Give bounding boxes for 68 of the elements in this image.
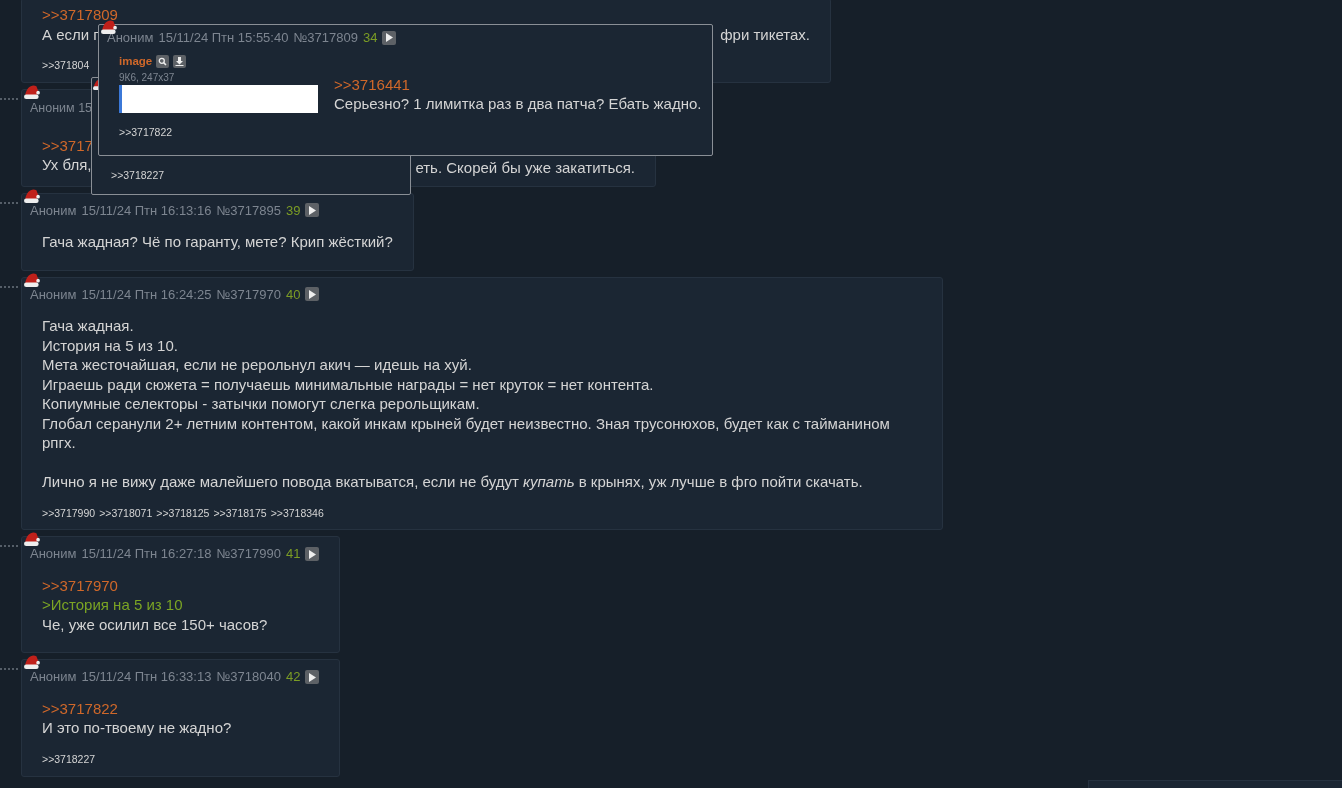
play-button[interactable]	[305, 287, 320, 302]
post-text: А если г	[42, 24, 99, 44]
backlink[interactable]: >>3718071	[99, 505, 153, 522]
post-text: Серьезно? 1 лимитка раз в два патча? Ебать жадно.	[334, 93, 702, 113]
download-button[interactable]	[173, 54, 187, 68]
post-text: фри тикетах.	[720, 24, 810, 44]
post-text: Гача жадная? Чё по гаранту, мете? Крип жёсткий?	[42, 232, 393, 252]
backlink[interactable]: >>3717822	[119, 124, 173, 141]
post-text: Играешь ради сюжета = получаешь минимальные награды = нет круток = нет контента.	[42, 374, 655, 394]
hat-icon	[24, 654, 40, 670]
post-text: Мета жесточайшая, если не рерольнул акич — идешь на хуй.	[42, 355, 473, 375]
post-number[interactable]: №3718040	[216, 667, 281, 687]
post-index: 34	[363, 29, 378, 47]
post-text: еть. Скорей бы уже закатиться.	[415, 158, 635, 178]
author-name: Аноним	[30, 285, 77, 304]
post-text: Лично я не вижу даже малейшего повода вкатыватся, если не будут купать в крынях, уж лучше в фго пойти скачать.	[42, 472, 864, 492]
post-index: 42	[286, 668, 301, 687]
post-text: Копиумные селекторы - затычки помогут слегка рерольщикам.	[42, 394, 481, 414]
author-name: Аноним	[30, 545, 77, 564]
backlink[interactable]: >>3718125	[156, 505, 210, 522]
reply-link[interactable]: >>3717	[42, 136, 93, 154]
post-number[interactable]: №3717809	[293, 28, 358, 48]
hat-icon	[24, 83, 40, 99]
reply-link[interactable]: >>3717822	[42, 699, 118, 717]
reply-link[interactable]: >>3716441	[334, 75, 410, 93]
backlink[interactable]: >>3718175	[213, 505, 267, 522]
post-date: 15/11/24 Птн 16:24:25	[81, 285, 212, 304]
image-link[interactable]: image	[119, 52, 153, 70]
reply-link[interactable]: >>3717809	[42, 6, 118, 23]
post-text: И это по-твоему не жадно?	[42, 718, 233, 738]
reply-link[interactable]: >>3717970	[42, 576, 118, 594]
post-text: Ух бля,	[42, 155, 92, 175]
post-text: История на 5 из 10.	[42, 335, 179, 355]
image-thumbnail[interactable]	[119, 84, 318, 113]
play-button[interactable]	[305, 203, 320, 218]
post-number[interactable]: №3717990	[216, 544, 281, 564]
hat-icon	[24, 187, 40, 203]
post-date: 15/11/24 Птн 16:27:18	[81, 545, 212, 564]
image-meta: 9К6, 247x37	[119, 70, 176, 85]
author-name: Аноним	[107, 29, 154, 47]
author-name: Аноним	[30, 668, 77, 687]
hat-icon	[93, 79, 98, 90]
post-index: 41	[286, 545, 301, 564]
backlink[interactable]: >>3718227	[111, 168, 165, 184]
backlink[interactable]: >>3718227	[42, 751, 96, 768]
post-date: 15/11/24 Птн 16:13:16	[81, 201, 212, 220]
post-text: Глобал серанули 2+ летним контентом, какой инкам крыней будет неизвестно. Зная трусонюхов, будет как с тайманином рпгх.	[42, 413, 891, 453]
post-number[interactable]: №3717895	[216, 200, 281, 220]
post-date: 15/11/24 Птн 16:33:13	[81, 668, 212, 687]
post-text: Че, уже осилил все 150+ часов?	[42, 614, 269, 635]
hat-icon	[24, 531, 40, 547]
post-text: Гача жадная.	[42, 316, 135, 336]
post-number[interactable]: №3717970	[216, 284, 281, 304]
backlink[interactable]: >>3718346	[270, 505, 324, 522]
quote-text: >История на 5 из 10	[42, 595, 184, 615]
play-button[interactable]	[382, 30, 397, 45]
post-date: 15/11/24 Птн 15:55:40	[158, 29, 289, 47]
hat-icon	[24, 271, 40, 287]
author-name: Аноним	[30, 201, 77, 220]
backlink[interactable]: >>371804	[42, 58, 90, 74]
post-index: 40	[286, 285, 301, 304]
backlink[interactable]: >>3717990	[42, 505, 96, 522]
play-button[interactable]	[305, 547, 320, 562]
post-index: 39	[286, 201, 301, 220]
hat-icon	[101, 19, 117, 34]
post-header: Аноним 15	[30, 99, 93, 117]
play-button[interactable]	[305, 670, 320, 685]
search-button[interactable]	[156, 54, 170, 68]
